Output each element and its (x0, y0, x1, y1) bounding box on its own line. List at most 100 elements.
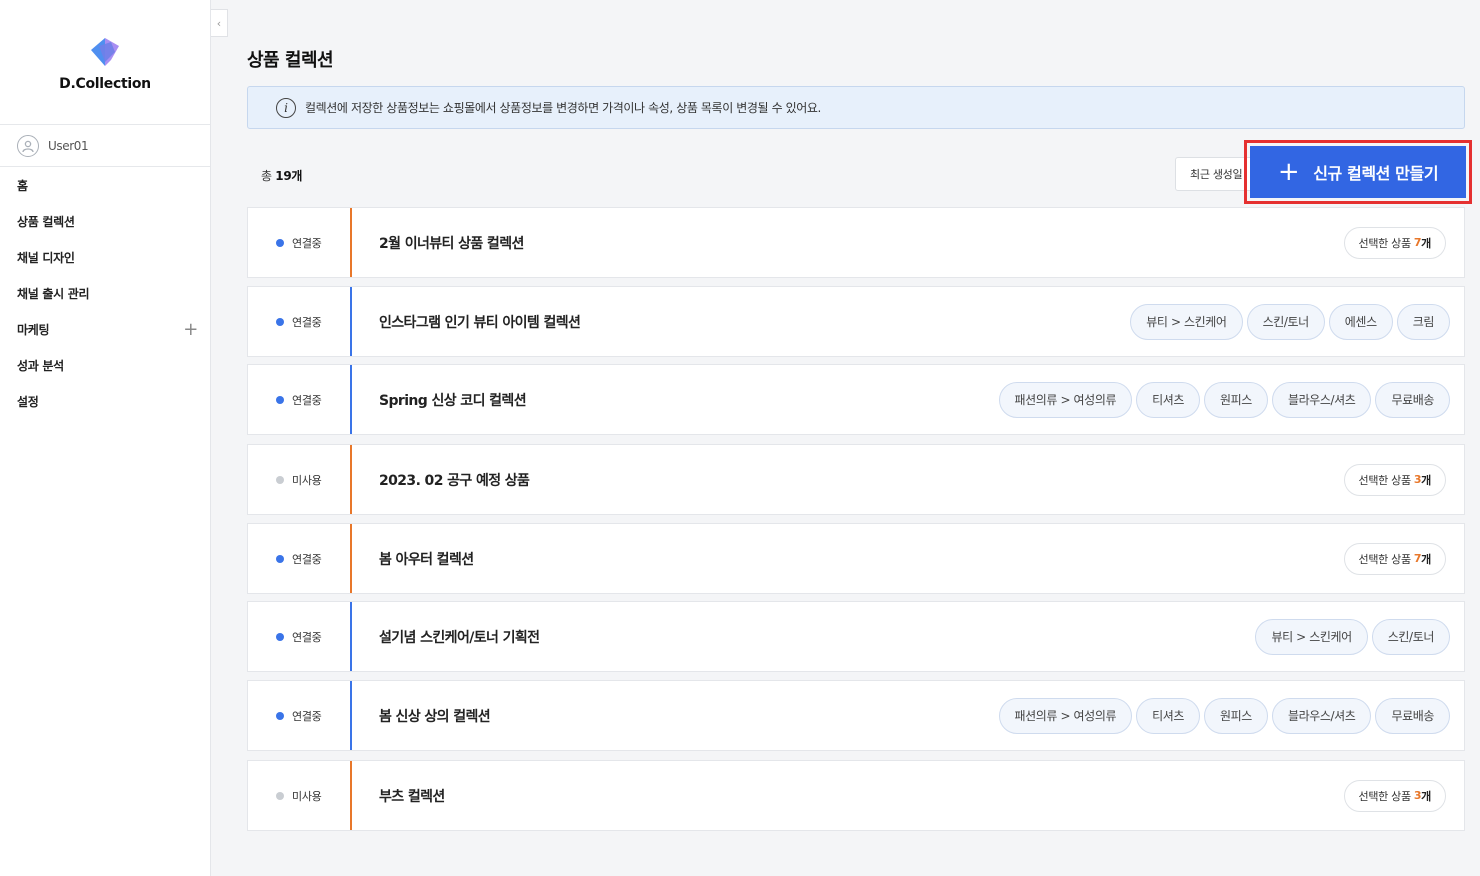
sidebar-item-label: 마케팅 (17, 322, 50, 337)
category-tag[interactable]: 뷰티 > 스킨케어 (1130, 303, 1243, 340)
sidebar: D.Collection User01 홈 상품 컬렉션 채널 디자인 채널 출… (0, 0, 211, 876)
category-tag[interactable]: 티셔츠 (1136, 381, 1201, 418)
category-tag[interactable]: 티셔츠 (1136, 697, 1201, 734)
category-tag[interactable]: 스킨/토너 (1371, 618, 1450, 655)
user-name: User01 (48, 138, 89, 153)
selected-count-chip[interactable]: 선택한 상품 7개 (1343, 226, 1446, 259)
user-profile[interactable]: User01 (0, 125, 210, 167)
collection-title[interactable]: Spring 신상 코디 컬렉션 (379, 390, 999, 410)
collection-row[interactable]: 연결중 봄 신상 상의 컬렉션 패션의류 > 여성의류 티셔츠 원피스 블라우스/셔츠 무… (247, 680, 1465, 751)
category-tag[interactable]: 원피스 (1204, 381, 1268, 418)
sidebar-item-channel-design[interactable]: 채널 디자인 (0, 239, 210, 275)
create-button-label: 신규 컬렉션 만들기 (1313, 164, 1439, 183)
sidebar-item-label: 성과 분석 (17, 358, 64, 373)
sidebar-nav: 홈 상품 컬렉션 채널 디자인 채널 출시 관리 마케팅 + 성과 분석 설정 (0, 167, 210, 419)
expand-plus-icon[interactable]: + (183, 319, 198, 340)
plus-icon: + (1277, 157, 1300, 187)
collection-title[interactable]: 2023. 02 공구 예정 상품 (379, 470, 1344, 490)
status-label: 연결중 (292, 709, 322, 723)
selected-count-chip[interactable]: 선택한 상품 3개 (1343, 463, 1446, 496)
row-divider (350, 524, 352, 593)
category-tag[interactable]: 블라우스/셔츠 (1271, 697, 1372, 734)
row-divider (350, 602, 352, 671)
collection-row[interactable]: 미사용 부츠 컬렉션 선택한 상품 3개 (247, 760, 1465, 831)
create-collection-button[interactable]: + 신규 컬렉션 만들기 (1250, 146, 1466, 198)
count-number: 7 (1413, 552, 1422, 565)
brand-area[interactable]: D.Collection (0, 0, 210, 125)
info-notice: i 컬렉션에 저장한 상품정보는 쇼핑몰에서 상품정보를 변경하면 가격이나 속… (247, 86, 1465, 129)
selected-count-chip[interactable]: 선택한 상품 7개 (1343, 542, 1446, 575)
category-tag[interactable]: 에센스 (1328, 303, 1393, 340)
total-number: 19 (275, 169, 292, 183)
count-label: 선택한 상품 (1358, 552, 1412, 566)
user-avatar-icon (17, 134, 39, 157)
row-divider (350, 287, 352, 356)
sidebar-item-channel-launch[interactable]: 채널 출시 관리 (0, 275, 210, 311)
collection-title[interactable]: 봄 아우터 컬렉션 (379, 549, 1344, 569)
status-badge: 연결중 (248, 235, 350, 251)
category-tag[interactable]: 패션의류 > 여성의류 (998, 381, 1133, 418)
status-label: 미사용 (292, 789, 322, 803)
collection-row[interactable]: 연결중 2월 이너뷰티 상품 컬렉션 선택한 상품 7개 (247, 207, 1465, 278)
brand-logo-icon (91, 38, 119, 66)
collection-title[interactable]: 인스타그램 인기 뷰티 아이템 컬렉션 (379, 312, 1130, 332)
collection-row[interactable]: 연결중 인스타그램 인기 뷰티 아이템 컬렉션 뷰티 > 스킨케어 스킨/토너 에센스… (247, 286, 1465, 357)
collection-row[interactable]: 미사용 2023. 02 공구 예정 상품 선택한 상품 3개 (247, 444, 1465, 515)
status-label: 연결중 (292, 552, 322, 566)
sidebar-item-collections[interactable]: 상품 컬렉션 (0, 203, 210, 239)
collection-title[interactable]: 봄 신상 상의 컬렉션 (379, 706, 999, 726)
brand-name: D.Collection (59, 76, 151, 92)
category-tag[interactable]: 크림 (1396, 303, 1450, 340)
category-tag[interactable]: 무료배송 (1375, 381, 1450, 418)
sidebar-item-analytics[interactable]: 성과 분석 (0, 347, 210, 383)
count-unit: 개 (1421, 473, 1431, 487)
info-icon: i (276, 97, 296, 118)
category-tag[interactable]: 패션의류 > 여성의류 (998, 697, 1133, 734)
status-dot-icon (276, 632, 284, 641)
count-label: 선택한 상품 (1358, 473, 1412, 487)
count-unit: 개 (1421, 236, 1431, 250)
status-dot-icon (276, 238, 284, 247)
category-tag[interactable]: 무료배송 (1375, 697, 1450, 734)
status-badge: 미사용 (248, 472, 350, 488)
sidebar-item-label: 채널 디자인 (17, 250, 75, 265)
category-tag[interactable]: 원피스 (1204, 697, 1268, 734)
collection-row[interactable]: 연결중 Spring 신상 코디 컬렉션 패션의류 > 여성의류 티셔츠 원피스 블라우… (247, 364, 1465, 435)
tag-list: 패션의류 > 여성의류 티셔츠 원피스 블라우스/셔츠 무료배송 (998, 381, 1450, 418)
category-tag[interactable]: 스킨/토너 (1246, 303, 1325, 340)
status-dot-icon (276, 711, 284, 720)
sidebar-item-settings[interactable]: 설정 (0, 383, 210, 419)
row-divider (350, 208, 352, 277)
status-badge: 연결중 (248, 629, 350, 645)
sidebar-item-label: 상품 컬렉션 (17, 214, 75, 229)
status-badge: 연결중 (248, 314, 350, 330)
collection-title[interactable]: 설기념 스킨케어/토너 기획전 (379, 627, 1255, 647)
tag-list: 뷰티 > 스킨케어 스킨/토너 (1255, 618, 1450, 655)
status-dot-icon (276, 554, 284, 563)
row-divider (350, 681, 352, 750)
status-badge: 연결중 (248, 708, 350, 724)
sidebar-item-home[interactable]: 홈 (0, 167, 210, 203)
status-label: 미사용 (292, 473, 322, 487)
total-prefix: 총 (261, 169, 276, 183)
collection-row[interactable]: 연결중 봄 아우터 컬렉션 선택한 상품 7개 (247, 523, 1465, 594)
sidebar-item-label: 설정 (17, 394, 39, 409)
status-badge: 미사용 (248, 788, 350, 804)
category-tag[interactable]: 뷰티 > 스킨케어 (1255, 618, 1368, 655)
sidebar-collapse-button[interactable]: ‹ (211, 9, 228, 37)
status-label: 연결중 (292, 393, 322, 407)
row-divider (350, 761, 352, 830)
collection-title[interactable]: 2월 이너뷰티 상품 컬렉션 (379, 233, 1344, 253)
selected-count-chip[interactable]: 선택한 상품 3개 (1343, 779, 1446, 812)
category-tag[interactable]: 블라우스/셔츠 (1271, 381, 1372, 418)
status-label: 연결중 (292, 630, 322, 644)
collection-title[interactable]: 부츠 컬렉션 (379, 786, 1344, 806)
status-dot-icon (276, 791, 284, 800)
total-unit: 개 (291, 169, 303, 183)
status-dot-icon (276, 395, 284, 404)
status-label: 연결중 (292, 315, 322, 329)
collection-row[interactable]: 연결중 설기념 스킨케어/토너 기획전 뷰티 > 스킨케어 스킨/토너 (247, 601, 1465, 672)
sidebar-item-marketing[interactable]: 마케팅 + (0, 311, 210, 347)
status-badge: 연결중 (248, 392, 350, 408)
create-button-highlight: + 신규 컬렉션 만들기 (1244, 140, 1472, 204)
